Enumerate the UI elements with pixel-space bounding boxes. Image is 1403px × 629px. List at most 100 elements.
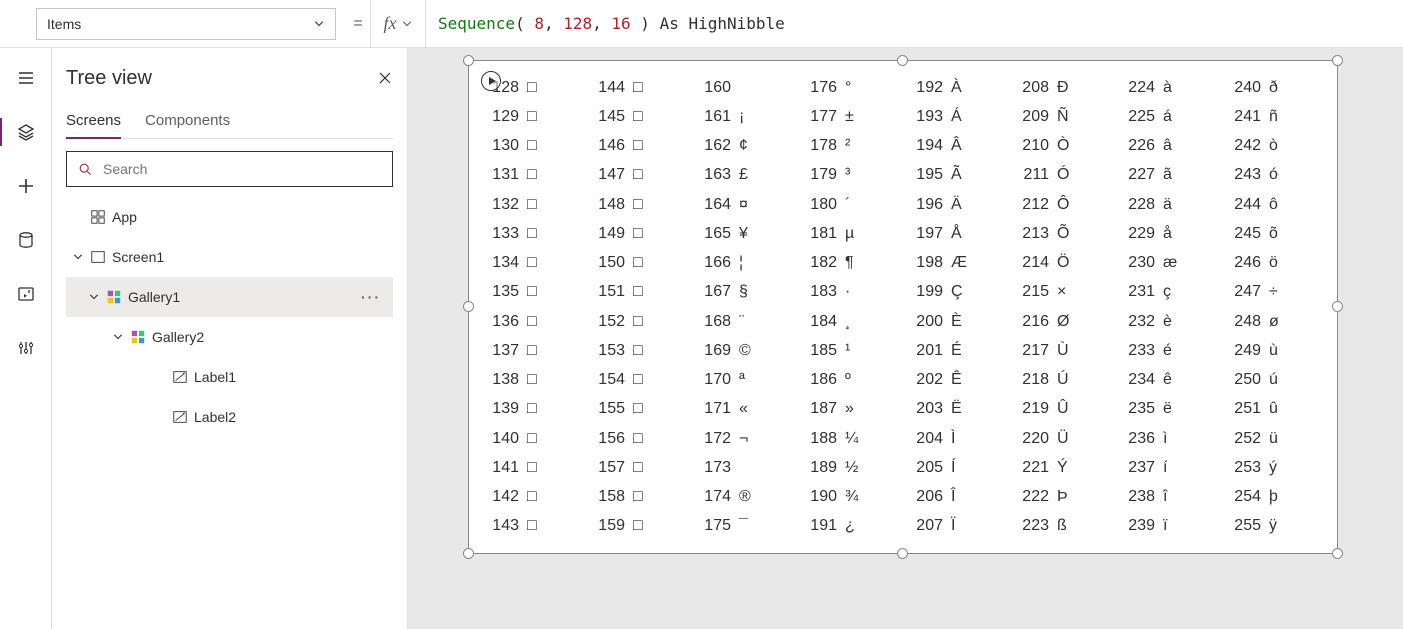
hamburger-button[interactable] bbox=[10, 62, 42, 94]
char-code: 147 bbox=[587, 166, 625, 184]
resize-handle[interactable] bbox=[1332, 548, 1343, 559]
tree-node-gallery2[interactable]: Gallery2 bbox=[66, 317, 393, 357]
resize-handle[interactable] bbox=[463, 548, 474, 559]
char-glyph: ß bbox=[1049, 517, 1075, 535]
char-code: 202 bbox=[905, 371, 943, 389]
char-glyph: □ bbox=[519, 254, 545, 272]
gallery-control[interactable]: 128□129□130□131□132□133□134□135□136□137□… bbox=[468, 60, 1338, 554]
tree-node-app[interactable]: App bbox=[66, 197, 393, 237]
char-glyph: Ì bbox=[943, 430, 969, 448]
char-cell: 183· bbox=[799, 278, 905, 307]
char-cell: 163£ bbox=[693, 161, 799, 190]
char-cell: 217Ù bbox=[1011, 336, 1117, 365]
char-glyph: ¶ bbox=[837, 254, 863, 272]
char-glyph: · bbox=[837, 283, 863, 301]
char-glyph: ú bbox=[1261, 371, 1287, 389]
char-code: 160 bbox=[693, 79, 731, 97]
gallery-column: 192À193Á194Â195Ã196Ä197Å198Æ199Ç200È201É… bbox=[905, 73, 1011, 541]
fx-label: fx bbox=[384, 13, 397, 34]
resize-handle[interactable] bbox=[1332, 55, 1343, 66]
char-code: 228 bbox=[1117, 196, 1155, 214]
close-icon[interactable] bbox=[377, 70, 393, 86]
char-cell: 159□ bbox=[587, 512, 693, 541]
char-glyph: □ bbox=[625, 225, 651, 243]
char-code: 211 bbox=[1011, 166, 1049, 184]
search-icon bbox=[77, 161, 93, 177]
char-glyph: □ bbox=[519, 342, 545, 360]
char-cell: 203Ë bbox=[905, 395, 1011, 424]
tree-node-label: Label2 bbox=[194, 409, 236, 425]
fx-button[interactable]: fx bbox=[370, 0, 426, 48]
char-glyph: Ô bbox=[1049, 196, 1075, 214]
tree-node-label1[interactable]: Label1 bbox=[66, 357, 393, 397]
char-glyph: □ bbox=[519, 196, 545, 214]
char-glyph: È bbox=[943, 313, 969, 331]
data-tab[interactable] bbox=[10, 224, 42, 256]
resize-handle[interactable] bbox=[1332, 301, 1343, 312]
data-icon bbox=[16, 230, 36, 250]
advanced-tab[interactable] bbox=[10, 332, 42, 364]
search-input[interactable] bbox=[101, 160, 382, 178]
formula-input[interactable]: Sequence( 8, 128, 16 ) As HighNibble bbox=[426, 14, 1395, 33]
char-code: 247 bbox=[1223, 283, 1261, 301]
media-tab[interactable] bbox=[10, 278, 42, 310]
search-box[interactable] bbox=[66, 151, 393, 187]
char-code: 191 bbox=[799, 517, 837, 535]
char-glyph: ¸ bbox=[837, 313, 863, 331]
char-code: 223 bbox=[1011, 517, 1049, 535]
char-code: 198 bbox=[905, 254, 943, 272]
char-cell: 161¡ bbox=[693, 102, 799, 131]
char-glyph: Á bbox=[943, 108, 969, 126]
char-code: 243 bbox=[1223, 166, 1261, 184]
char-glyph: ¿ bbox=[837, 517, 863, 535]
char-code: 209 bbox=[1011, 108, 1049, 126]
char-glyph: É bbox=[943, 342, 969, 360]
char-cell: 158□ bbox=[587, 483, 693, 512]
char-code: 206 bbox=[905, 488, 943, 506]
resize-handle[interactable] bbox=[897, 55, 908, 66]
char-code: 226 bbox=[1117, 137, 1155, 155]
char-glyph: ³ bbox=[837, 166, 863, 184]
resize-handle[interactable] bbox=[463, 55, 474, 66]
char-cell: 181µ bbox=[799, 219, 905, 248]
property-select[interactable]: Items bbox=[36, 8, 336, 40]
char-cell: 146□ bbox=[587, 132, 693, 161]
tree-view-tab[interactable] bbox=[10, 116, 42, 148]
char-code: 135 bbox=[481, 283, 519, 301]
tab-screens[interactable]: Screens bbox=[66, 104, 121, 139]
char-code: 195 bbox=[905, 166, 943, 184]
char-code: 153 bbox=[587, 342, 625, 360]
tree-node-screen1[interactable]: Screen1 bbox=[66, 237, 393, 277]
char-cell: 222Þ bbox=[1011, 483, 1117, 512]
char-glyph: à bbox=[1155, 79, 1181, 97]
char-cell: 189½ bbox=[799, 453, 905, 482]
char-cell: 178² bbox=[799, 132, 905, 161]
char-code: 201 bbox=[905, 342, 943, 360]
canvas[interactable]: 128□129□130□131□132□133□134□135□136□137□… bbox=[408, 48, 1403, 629]
char-glyph: Å bbox=[943, 225, 969, 243]
char-glyph: è bbox=[1155, 313, 1181, 331]
char-cell: 212Ô bbox=[1011, 190, 1117, 219]
char-cell: 188¼ bbox=[799, 424, 905, 453]
char-glyph: Ä bbox=[943, 196, 969, 214]
tree-node-label: Label1 bbox=[194, 369, 236, 385]
resize-handle[interactable] bbox=[897, 548, 908, 559]
tree-node-gallery1[interactable]: Gallery1··· bbox=[66, 277, 393, 317]
gallery-play-icon[interactable] bbox=[481, 71, 501, 91]
tree-title: Tree view bbox=[66, 67, 152, 90]
tab-components[interactable]: Components bbox=[145, 104, 230, 138]
char-code: 192 bbox=[905, 79, 943, 97]
char-cell: 176° bbox=[799, 73, 905, 102]
tree-node-label2[interactable]: Label2 bbox=[66, 397, 393, 437]
tree-panel: Tree view Screens Components AppScreen1G… bbox=[52, 48, 408, 629]
char-cell: 177± bbox=[799, 102, 905, 131]
char-code: 161 bbox=[693, 108, 731, 126]
char-cell: 209Ñ bbox=[1011, 102, 1117, 131]
char-glyph: § bbox=[731, 283, 757, 301]
more-icon[interactable]: ··· bbox=[361, 289, 381, 305]
insert-tab[interactable] bbox=[10, 170, 42, 202]
char-glyph: Ò bbox=[1049, 137, 1075, 155]
resize-handle[interactable] bbox=[463, 301, 474, 312]
tree-tabs: Screens Components bbox=[66, 104, 393, 139]
char-glyph: □ bbox=[625, 517, 651, 535]
